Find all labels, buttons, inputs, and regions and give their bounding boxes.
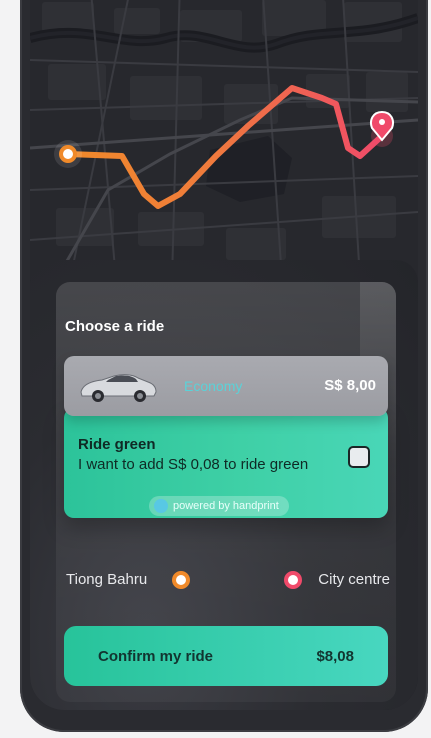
- ride-green-title: Ride green: [78, 436, 156, 453]
- confirm-price: $8,08: [316, 648, 354, 665]
- screen: Choose a ride Economy S$ 8,00 Ride green: [30, 0, 418, 710]
- ride-card: Choose a ride Economy S$ 8,00 Ride green: [56, 282, 396, 702]
- powered-by-text: powered by handprint: [173, 500, 279, 512]
- ride-green-description: I want to add S$ 0,08 to ride green: [78, 456, 309, 473]
- ride-green-checkbox[interactable]: [348, 446, 370, 468]
- economy-price: S$ 8,00: [324, 377, 376, 394]
- economy-option[interactable]: Economy S$ 8,00: [64, 356, 388, 416]
- economy-label: Economy: [184, 378, 243, 394]
- route-line: [172, 571, 302, 589]
- ride-green-option[interactable]: Ride green I want to add S$ 0,08 to ride…: [64, 408, 388, 518]
- route-to: City centre: [318, 571, 390, 588]
- car-icon: [80, 374, 157, 402]
- route-from: Tiong Bahru: [66, 571, 148, 588]
- powered-by-handprint: powered by handprint: [149, 496, 289, 516]
- confirm-ride-button[interactable]: Confirm my ride $8,08: [64, 626, 388, 686]
- confirm-label: Confirm my ride: [98, 648, 214, 665]
- route-summary: Tiong Bahru City centre: [56, 565, 396, 595]
- handprint-icon: [154, 499, 168, 513]
- phone-frame: Choose a ride Economy S$ 8,00 Ride green: [20, 0, 428, 732]
- choose-ride-title: Choose a ride: [65, 318, 165, 335]
- map[interactable]: [30, 0, 418, 280]
- ride-sheet: Choose a ride Economy S$ 8,00 Ride green: [30, 260, 418, 710]
